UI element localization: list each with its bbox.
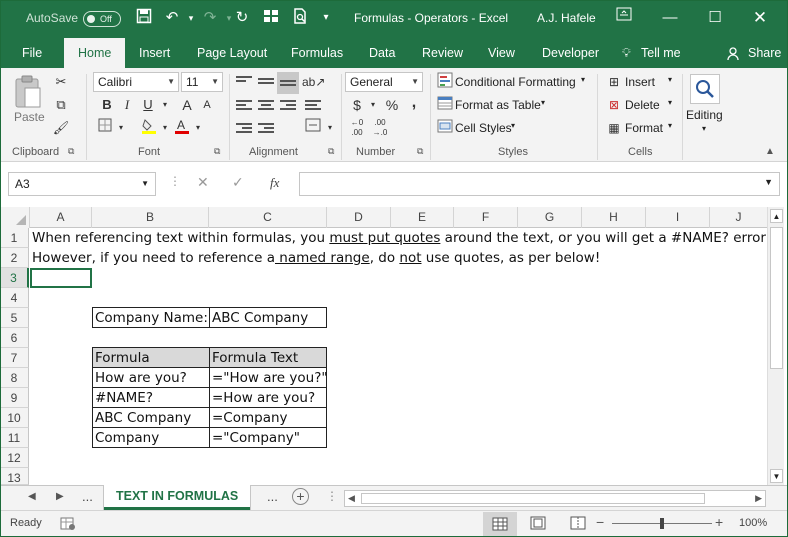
window-frame: [0, 0, 788, 537]
